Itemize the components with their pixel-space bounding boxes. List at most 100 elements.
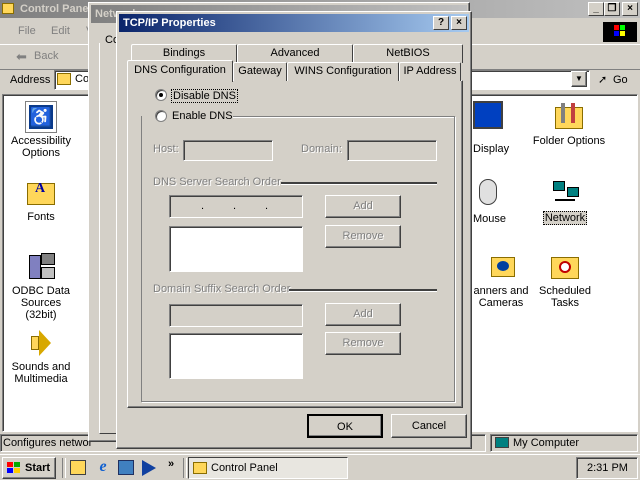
tcpip-dialog: TCP/IP Properties ? × Bindings Advanced … bbox=[116, 11, 472, 449]
go-button[interactable]: Go bbox=[613, 74, 628, 86]
icon-label: Sources (32bit) bbox=[20, 297, 62, 321]
address-value: Co bbox=[75, 73, 90, 85]
disable-dns-label[interactable]: Disable DNS bbox=[171, 89, 238, 103]
icon-label: Fonts bbox=[27, 211, 55, 223]
domain-input[interactable] bbox=[347, 140, 437, 161]
dns-server-list[interactable] bbox=[169, 226, 303, 272]
host-input[interactable] bbox=[183, 140, 273, 161]
back-arrow-icon: ⬅ bbox=[16, 49, 27, 64]
folder-options-icon bbox=[553, 101, 585, 133]
domain-suffix-group-label: Domain Suffix Search Order bbox=[153, 283, 291, 295]
go-arrow-icon: ➚ bbox=[598, 74, 608, 86]
tab-dns-configuration[interactable]: DNS Configuration bbox=[127, 60, 233, 82]
internet-explorer-icon[interactable]: e bbox=[94, 458, 112, 476]
ok-button[interactable]: OK bbox=[307, 414, 383, 438]
help-button[interactable]: ? bbox=[433, 16, 449, 30]
icon-label: Cameras bbox=[478, 297, 524, 309]
icon-label: Tasks bbox=[550, 297, 580, 309]
icon-label: Folder Options bbox=[532, 135, 606, 147]
speaker-icon bbox=[25, 327, 57, 359]
taskbar-task-label: Control Panel bbox=[211, 462, 278, 474]
network-item[interactable]: Network bbox=[529, 177, 601, 225]
tab-netbios[interactable]: NetBIOS bbox=[353, 44, 463, 63]
tab-advanced[interactable]: Advanced bbox=[237, 44, 353, 63]
status-text: Configures networ bbox=[3, 437, 93, 449]
display-icon bbox=[473, 101, 503, 129]
scheduled-tasks-item[interactable]: Scheduled Tasks bbox=[529, 251, 601, 309]
accessibility-options-item[interactable]: ♿ Accessibility Options bbox=[5, 101, 77, 159]
media-player-icon[interactable] bbox=[142, 460, 156, 476]
icon-label: Scheduled bbox=[539, 285, 591, 297]
ip-dot: . bbox=[265, 200, 269, 212]
icon-label: Display bbox=[473, 143, 510, 155]
domain-suffix-input[interactable] bbox=[169, 304, 303, 327]
folder-icon bbox=[2, 3, 14, 14]
suffix-remove-button[interactable]: Remove bbox=[325, 332, 401, 355]
sounds-multimedia-item[interactable]: Sounds and Multimedia bbox=[5, 327, 77, 385]
start-label: Start bbox=[25, 462, 51, 474]
folder-options-item[interactable]: Folder Options bbox=[529, 101, 609, 147]
quicklaunch-separator bbox=[62, 458, 66, 478]
quicklaunch-separator bbox=[183, 458, 187, 478]
dialog-close-button[interactable]: × bbox=[451, 16, 467, 30]
network-icon bbox=[549, 177, 581, 209]
address-dropdown-button[interactable]: ▼ bbox=[571, 71, 587, 87]
back-button[interactable]: Back bbox=[34, 50, 58, 62]
start-button[interactable]: Start bbox=[2, 457, 56, 479]
control-panel-title: Control Panel bbox=[20, 3, 92, 15]
clock[interactable]: 2:31 PM bbox=[587, 462, 628, 474]
quicklaunch-chevron[interactable]: » bbox=[168, 458, 174, 470]
domain-label: Domain: bbox=[301, 143, 342, 155]
scheduled-tasks-icon bbox=[549, 251, 581, 283]
suffix-add-button[interactable]: Add bbox=[325, 303, 401, 326]
dialog-title: TCP/IP Properties bbox=[123, 17, 216, 29]
dns-remove-button[interactable]: Remove bbox=[325, 225, 401, 248]
tab-gateway[interactable]: Gateway bbox=[233, 62, 287, 81]
odbc-data-sources-item[interactable]: ODBC Data Sources (32bit) bbox=[5, 251, 77, 321]
icon-label: Multimedia bbox=[14, 373, 68, 385]
scanners-cameras-item[interactable]: anners and Cameras bbox=[465, 251, 537, 309]
dns-ip-input[interactable]: . . . bbox=[169, 195, 303, 218]
mouse-icon bbox=[479, 179, 497, 205]
host-label: Host: bbox=[153, 143, 179, 155]
odbc-icon bbox=[25, 251, 57, 283]
domain-suffix-group-line bbox=[289, 289, 437, 292]
minimize-button[interactable]: _ bbox=[588, 2, 604, 16]
address-label: Address bbox=[10, 74, 51, 86]
system-tray: 2:31 PM bbox=[576, 457, 638, 479]
control-panel-task-icon bbox=[193, 462, 207, 474]
fonts-item[interactable]: A Fonts bbox=[5, 177, 77, 223]
icon-label: Options bbox=[22, 147, 60, 159]
close-button[interactable]: × bbox=[622, 2, 638, 16]
control-panel-small-icon bbox=[57, 73, 71, 85]
icon-label: anners and bbox=[473, 285, 529, 297]
taskbar: Start e » Control Panel 2:31 PM bbox=[0, 454, 640, 480]
taskbar-button-control-panel[interactable]: Control Panel bbox=[188, 457, 348, 479]
status-zone-text: My Computer bbox=[513, 437, 580, 449]
ip-dot: . bbox=[233, 200, 237, 212]
accessibility-icon: ♿ bbox=[25, 101, 57, 133]
disable-dns-radio[interactable] bbox=[155, 89, 167, 101]
icon-label: Accessibility bbox=[11, 135, 71, 147]
show-desktop-icon[interactable] bbox=[70, 460, 86, 475]
icon-label: Sounds and bbox=[11, 361, 71, 373]
dns-add-button[interactable]: Add bbox=[325, 195, 401, 218]
my-computer-icon bbox=[495, 437, 509, 448]
dns-server-group-line bbox=[281, 182, 437, 185]
cancel-button[interactable]: Cancel bbox=[391, 414, 467, 438]
dialog-titlebar[interactable]: TCP/IP Properties bbox=[119, 14, 469, 32]
outlook-express-icon[interactable] bbox=[118, 460, 134, 475]
icon-label: Mouse bbox=[473, 213, 507, 225]
restore-button[interactable]: ❐ bbox=[604, 2, 620, 16]
status-zone-panel: My Computer bbox=[490, 434, 638, 452]
tab-ip-address[interactable]: IP Address bbox=[399, 62, 461, 81]
menu-file[interactable]: File bbox=[18, 25, 36, 37]
tab-wins-configuration[interactable]: WINS Configuration bbox=[287, 62, 399, 81]
icon-label: Network bbox=[542, 211, 588, 225]
dns-server-group-label: DNS Server Search Order bbox=[153, 176, 281, 188]
menu-edit[interactable]: Edit bbox=[51, 25, 70, 37]
domain-suffix-list[interactable] bbox=[169, 333, 303, 379]
ip-dot: . bbox=[201, 200, 205, 212]
fonts-folder-icon: A bbox=[25, 177, 57, 209]
windows-logo bbox=[603, 22, 637, 42]
